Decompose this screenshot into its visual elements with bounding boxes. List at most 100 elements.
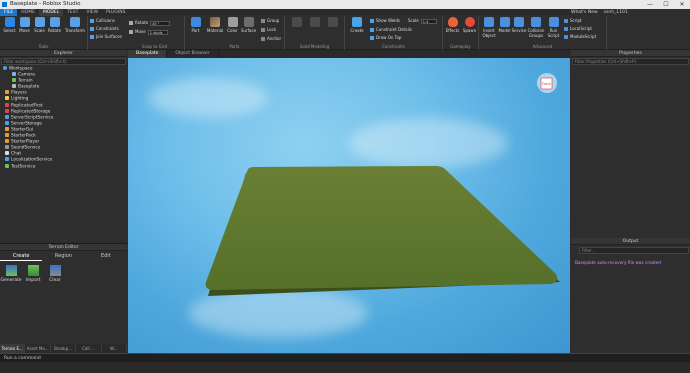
tab-create[interactable]: Create xyxy=(0,252,43,261)
view-cube[interactable]: Front xyxy=(537,73,557,93)
surface-button[interactable]: Surface xyxy=(240,17,257,33)
menu-plugins[interactable]: PLUGINS xyxy=(102,9,129,16)
collision-groups-button[interactable]: Collision Groups xyxy=(527,17,545,38)
lock-button[interactable]: Lock xyxy=(261,27,276,32)
menu-model[interactable]: MODEL xyxy=(38,9,64,16)
generate-button[interactable]: Generate xyxy=(0,265,22,283)
group-solid-modeling: Solid Modeling xyxy=(285,16,345,50)
command-bar-input[interactable]: Run a command xyxy=(0,353,690,362)
script-icon xyxy=(564,19,568,23)
move-tool[interactable]: Move xyxy=(17,17,32,33)
sound-service-icon xyxy=(5,145,9,150)
details-icon xyxy=(370,28,374,32)
part-button[interactable]: Part xyxy=(188,17,203,33)
output-filter-input[interactable]: Filter... xyxy=(579,247,689,254)
close-button[interactable]: ✕ xyxy=(674,0,690,9)
separate-button[interactable] xyxy=(325,17,340,28)
properties-filter-input[interactable]: Filter Properties (Ctrl+Shift+P) xyxy=(572,58,689,65)
group-button[interactable]: Group xyxy=(261,18,279,23)
camera-icon xyxy=(12,72,16,77)
maximize-button[interactable]: ☐ xyxy=(658,0,674,9)
baseplate-part[interactable] xyxy=(205,166,558,290)
collisions-icon xyxy=(90,19,94,23)
rotate-snap-input[interactable]: 45 ° xyxy=(150,21,171,26)
right-panels: Properties Filter Properties (Ctrl+Shift… xyxy=(571,50,690,353)
tab-watch[interactable]: W... xyxy=(102,344,128,353)
workspace-icon xyxy=(3,66,7,70)
status-bar xyxy=(0,362,690,373)
tab-terrain-editor[interactable]: Terrain E... xyxy=(0,344,26,353)
baseplate-scene: Front xyxy=(205,73,560,296)
tab-region[interactable]: Region xyxy=(42,252,84,261)
group-tools: Select Move Scale Rotate Transform Tools xyxy=(0,16,88,50)
model-icon xyxy=(499,17,510,27)
draw-on-top-icon xyxy=(370,36,374,40)
script-button[interactable]: Script xyxy=(564,18,582,23)
properties-title: Properties xyxy=(571,50,690,57)
color-swatch-icon xyxy=(227,17,238,27)
starter-pack-icon xyxy=(5,133,9,138)
rotate-snap[interactable]: Rotate 45 ° xyxy=(129,20,171,26)
terrain-tabs: Create Region Edit xyxy=(0,252,127,261)
scale-tool[interactable]: Scale xyxy=(32,17,47,33)
test-service-icon xyxy=(5,163,9,168)
anchor-button[interactable]: Anchor xyxy=(261,36,281,41)
tree-item-testservice[interactable]: TestService xyxy=(0,163,127,170)
local-script-button[interactable]: LocalScript xyxy=(564,26,592,31)
menu-view[interactable]: VIEW xyxy=(82,9,102,16)
constraint-details-toggle[interactable]: Constraint Details xyxy=(370,27,412,32)
menu-test[interactable]: TEST xyxy=(63,9,82,16)
run-script-button[interactable]: Run Script xyxy=(546,17,561,38)
material-button[interactable]: Material xyxy=(206,17,224,33)
show-welds-toggle[interactable]: Show Welds Scale 1.4 xyxy=(370,18,437,24)
group-gameplay: Effects Spawn Gameplay xyxy=(443,16,479,50)
model-button[interactable]: Model xyxy=(497,17,512,33)
import-button[interactable]: Import xyxy=(22,265,44,283)
tab-baseplate[interactable]: Baseplate xyxy=(128,50,168,58)
menu-file[interactable]: FILE xyxy=(0,9,18,16)
move-snap-input[interactable]: 1 studs xyxy=(147,30,168,35)
clear-button[interactable]: Clear xyxy=(44,265,66,283)
roblox-studio-logo-icon xyxy=(2,2,7,7)
3d-viewport[interactable]: Front xyxy=(128,58,570,353)
weld-icon xyxy=(370,19,374,23)
create-constraint-button[interactable]: Create xyxy=(348,17,366,33)
join-surfaces-toggle[interactable]: Join Surfaces xyxy=(90,34,122,39)
tab-edit[interactable]: Edit xyxy=(85,252,127,261)
union-button[interactable] xyxy=(289,17,304,28)
move-snap[interactable]: Move 1 studs xyxy=(129,29,168,35)
tab-call-stack[interactable]: Call ... xyxy=(76,344,102,353)
effects-button[interactable]: Effects xyxy=(445,17,460,33)
anchor-icon xyxy=(261,37,265,41)
surface-icon xyxy=(243,17,254,27)
explorer-filter-input[interactable]: Filter workspace (Ctrl+Shift+X) xyxy=(1,58,126,65)
menu-home[interactable]: HOME xyxy=(17,9,39,16)
minimize-button[interactable]: — xyxy=(642,0,658,9)
transform-tool[interactable]: Transform xyxy=(64,17,86,33)
rotate-tool[interactable]: Rotate xyxy=(47,17,62,33)
localization-icon xyxy=(5,157,9,162)
group-label-gameplay: Gameplay xyxy=(450,44,471,49)
collisions-toggle[interactable]: Collisions xyxy=(90,18,115,23)
spawn-button[interactable]: Spawn xyxy=(462,17,477,33)
module-script-button[interactable]: ModuleScript xyxy=(564,34,596,39)
cursor-icon xyxy=(4,17,15,27)
tab-asset-manager[interactable]: Asset Ma... xyxy=(25,344,51,353)
draw-on-top-toggle[interactable]: Draw On Top xyxy=(370,35,401,40)
separate-icon xyxy=(327,17,338,27)
tab-breakpoints[interactable]: Breakp... xyxy=(51,344,77,353)
color-button[interactable]: Color xyxy=(225,17,240,33)
part-cube-icon xyxy=(190,17,201,27)
negate-button[interactable] xyxy=(307,17,322,28)
local-script-icon xyxy=(564,27,568,31)
replicated-storage-icon xyxy=(5,108,9,113)
insert-object-button[interactable]: Insert Object xyxy=(481,17,497,38)
constraint-scale-input[interactable]: 1.4 xyxy=(420,19,437,24)
service-button[interactable]: Service xyxy=(511,17,527,33)
generate-icon xyxy=(5,265,17,276)
tab-object-browser[interactable]: Object Browser xyxy=(167,50,219,58)
constraints-toggle[interactable]: Constraints xyxy=(90,26,119,31)
group-label-constraints: Constraints xyxy=(382,44,405,49)
constraint-icon xyxy=(352,17,362,27)
select-tool[interactable]: Select xyxy=(2,17,17,33)
